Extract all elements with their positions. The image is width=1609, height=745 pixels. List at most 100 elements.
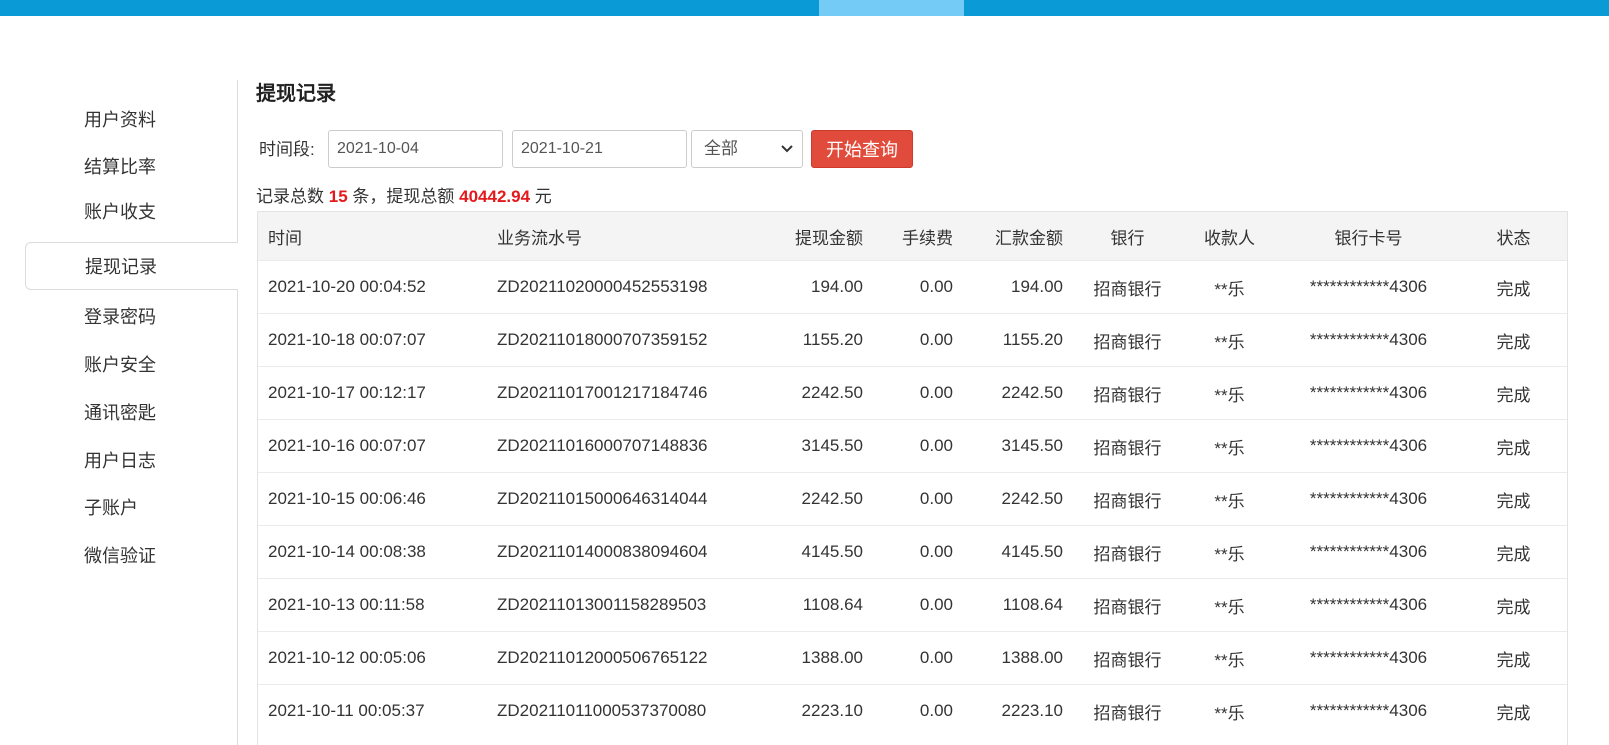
sidebar-item-account-statement[interactable]: 账户收支 <box>84 197 156 227</box>
cell-time: 2021-10-13 00:11:58 <box>258 578 487 632</box>
cell-bank: 招商银行 <box>1073 260 1182 314</box>
sidebar-item-sub-account[interactable]: 子账户 <box>84 493 138 523</box>
cell-remit-amount: 1108.64 <box>963 578 1073 632</box>
cell-fee: 0.00 <box>873 684 963 737</box>
table-row: 2021-10-17 00:12:17 ZD2021101700121718474… <box>258 366 1567 420</box>
cell-card-number: ************4306 <box>1277 260 1460 314</box>
withdrawal-table-container: 时间 业务流水号 提现金额 手续费 汇款金额 银行 收款人 银行卡号 状态 20… <box>257 211 1568 745</box>
cell-serial-number: ZD20211013001158289503 <box>487 578 717 632</box>
col-header-bank: 银行 <box>1073 212 1182 261</box>
cell-withdraw-amount: 2242.50 <box>717 366 873 420</box>
cell-withdraw-amount: 1155.20 <box>717 313 873 367</box>
cell-fee: 0.00 <box>873 472 963 526</box>
cell-fee: 0.00 <box>873 366 963 420</box>
cell-status: 完成 <box>1460 684 1567 737</box>
cell-payee: **乐 <box>1182 631 1277 685</box>
sidebar-item-wechat-verify[interactable]: 微信验证 <box>84 541 156 571</box>
cell-time: 2021-10-18 00:07:07 <box>258 313 487 367</box>
table-row: 2021-10-15 00:06:46 ZD2021101500064631404… <box>258 472 1567 526</box>
withdrawal-total: 40442.94 <box>459 187 531 206</box>
cell-serial-number: ZD20211020000452553198 <box>487 260 717 314</box>
table-row: 2021-10-18 00:07:07 ZD2021101800070735915… <box>258 313 1567 367</box>
cell-serial-number: ZD20211016000707148836 <box>487 419 717 473</box>
cell-card-number: ************4306 <box>1277 631 1460 685</box>
cell-time: 2021-10-17 00:12:17 <box>258 366 487 420</box>
cell-fee: 0.00 <box>873 525 963 579</box>
cell-payee: **乐 <box>1182 525 1277 579</box>
cell-card-number: ************4306 <box>1277 472 1460 526</box>
sidebar-item-account-security[interactable]: 账户安全 <box>84 350 156 380</box>
cell-fee: 0.00 <box>873 313 963 367</box>
table-body: 2021-10-20 00:04:52 ZD2021102000045255319… <box>258 260 1567 737</box>
summary-prefix: 记录总数 <box>256 187 324 206</box>
withdrawal-table: 时间 业务流水号 提现金额 手续费 汇款金额 银行 收款人 银行卡号 状态 20… <box>258 212 1567 737</box>
cell-bank: 招商银行 <box>1073 525 1182 579</box>
cell-remit-amount: 4145.50 <box>963 525 1073 579</box>
cell-remit-amount: 2242.50 <box>963 366 1073 420</box>
cell-withdraw-amount: 1388.00 <box>717 631 873 685</box>
cell-card-number: ************4306 <box>1277 525 1460 579</box>
cell-card-number: ************4306 <box>1277 313 1460 367</box>
record-count: 15 <box>328 187 348 206</box>
summary-line: 记录总数 15 条，提现总额 40442.94 元 <box>256 185 552 209</box>
cell-payee: **乐 <box>1182 366 1277 420</box>
cell-fee: 0.00 <box>873 260 963 314</box>
cell-withdraw-amount: 2223.10 <box>717 684 873 737</box>
cell-status: 完成 <box>1460 631 1567 685</box>
cell-withdraw-amount: 2242.50 <box>717 472 873 526</box>
cell-remit-amount: 3145.50 <box>963 419 1073 473</box>
cell-bank: 招商银行 <box>1073 313 1182 367</box>
search-button[interactable]: 开始查询 <box>811 130 913 168</box>
col-header-remit-amount: 汇款金额 <box>963 212 1073 261</box>
chevron-down-icon <box>780 131 794 180</box>
cell-serial-number: ZD20211011000537370080 <box>487 684 717 737</box>
status-select[interactable]: 全部 <box>691 130 803 168</box>
top-bar <box>0 0 1609 16</box>
cell-bank: 招商银行 <box>1073 472 1182 526</box>
sidebar-item-settlement-rate[interactable]: 结算比率 <box>84 152 156 182</box>
col-header-card-number: 银行卡号 <box>1277 212 1460 261</box>
top-bar-active-tab[interactable] <box>819 0 964 16</box>
sidebar-item-withdrawal-records[interactable]: 提现记录 <box>25 242 238 290</box>
sidebar-item-user-log[interactable]: 用户日志 <box>84 446 156 476</box>
cell-bank: 招商银行 <box>1073 366 1182 420</box>
cell-card-number: ************4306 <box>1277 419 1460 473</box>
cell-serial-number: ZD20211014000838094604 <box>487 525 717 579</box>
table-header-row: 时间 业务流水号 提现金额 手续费 汇款金额 银行 收款人 银行卡号 状态 <box>258 212 1567 261</box>
start-date-input[interactable] <box>328 130 503 168</box>
cell-fee: 0.00 <box>873 578 963 632</box>
cell-bank: 招商银行 <box>1073 631 1182 685</box>
cell-withdraw-amount: 194.00 <box>717 260 873 314</box>
cell-time: 2021-10-14 00:08:38 <box>258 525 487 579</box>
cell-time: 2021-10-16 00:07:07 <box>258 419 487 473</box>
cell-bank: 招商银行 <box>1073 684 1182 737</box>
sidebar-item-comm-key[interactable]: 通讯密匙 <box>84 398 156 428</box>
cell-serial-number: ZD20211012000506765122 <box>487 631 717 685</box>
cell-time: 2021-10-15 00:06:46 <box>258 472 487 526</box>
cell-status: 完成 <box>1460 419 1567 473</box>
cell-time: 2021-10-11 00:05:37 <box>258 684 487 737</box>
table-row: 2021-10-16 00:07:07 ZD2021101600070714883… <box>258 419 1567 473</box>
cell-fee: 0.00 <box>873 419 963 473</box>
sidebar-item-user-profile[interactable]: 用户资料 <box>84 105 156 135</box>
cell-remit-amount: 1155.20 <box>963 313 1073 367</box>
date-range-label: 时间段: <box>259 140 315 159</box>
cell-time: 2021-10-12 00:05:06 <box>258 631 487 685</box>
col-header-time: 时间 <box>258 212 487 261</box>
cell-bank: 招商银行 <box>1073 578 1182 632</box>
cell-card-number: ************4306 <box>1277 684 1460 737</box>
cell-remit-amount: 194.00 <box>963 260 1073 314</box>
cell-withdraw-amount: 1108.64 <box>717 578 873 632</box>
cell-payee: **乐 <box>1182 684 1277 737</box>
status-select-value: 全部 <box>704 139 738 158</box>
cell-remit-amount: 2223.10 <box>963 684 1073 737</box>
sidebar-item-login-password[interactable]: 登录密码 <box>84 302 156 332</box>
table-row: 2021-10-11 00:05:37 ZD2021101100053737008… <box>258 684 1567 737</box>
cell-status: 完成 <box>1460 578 1567 632</box>
summary-middle: 条，提现总额 <box>352 187 455 206</box>
table-row: 2021-10-12 00:05:06 ZD2021101200050676512… <box>258 631 1567 685</box>
col-header-serial-number: 业务流水号 <box>487 212 717 261</box>
cell-payee: **乐 <box>1182 578 1277 632</box>
end-date-input[interactable] <box>512 130 687 168</box>
cell-time: 2021-10-20 00:04:52 <box>258 260 487 314</box>
